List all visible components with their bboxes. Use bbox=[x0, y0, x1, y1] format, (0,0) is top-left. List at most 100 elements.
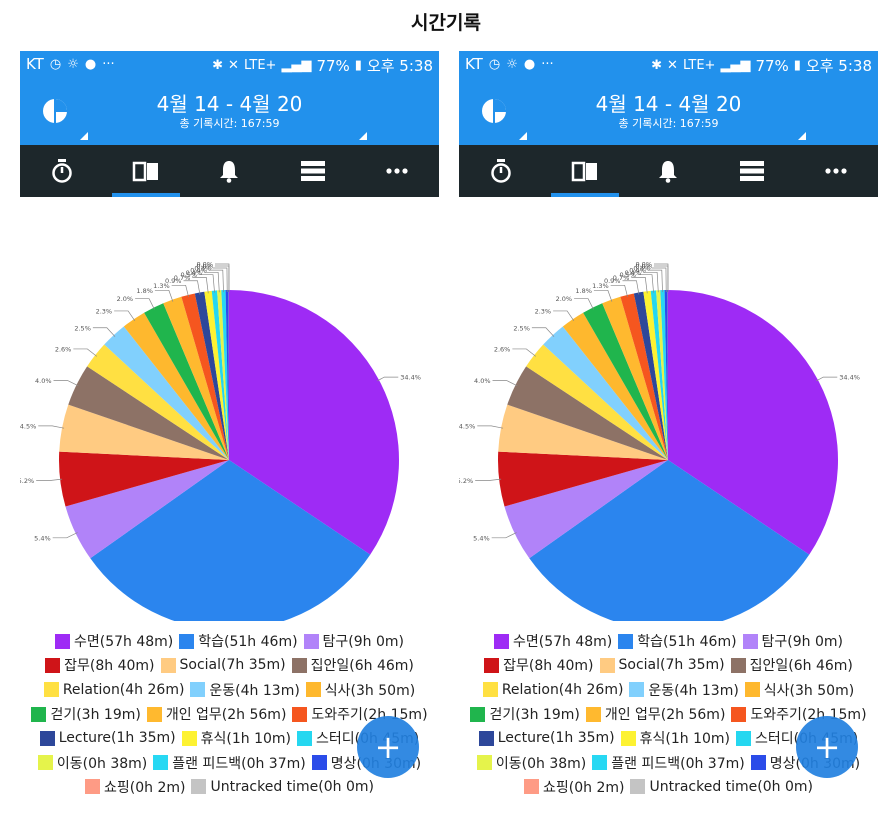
legend-label: 탐구(9h 0m) bbox=[761, 634, 844, 651]
tab-book[interactable] bbox=[543, 145, 627, 197]
slice-percent-label: 4.5% bbox=[459, 422, 475, 430]
tab-list[interactable] bbox=[710, 145, 794, 197]
label-leader-line bbox=[475, 478, 502, 481]
tab-notifications[interactable] bbox=[188, 145, 272, 197]
legend-swatch bbox=[599, 657, 615, 673]
legend-item[interactable]: 플랜 피드백(0h 37m) bbox=[153, 753, 306, 773]
legend-swatch bbox=[736, 730, 752, 746]
legend-item[interactable]: 집안일(6h 46m) bbox=[730, 655, 853, 675]
legend-swatch bbox=[181, 730, 197, 746]
legend-item[interactable]: 집안일(6h 46m) bbox=[291, 655, 414, 675]
legend-label: 집안일(6h 46m) bbox=[749, 658, 853, 675]
status-bar: KT ◷ ☼ ● ··· ✱ ✕ LTE+ ▂▄▆ 77% ▮ 오후 5:38 bbox=[20, 51, 439, 78]
legend-item[interactable]: 이동(0h 38m) bbox=[476, 753, 586, 773]
legend-label: Social(7h 35m) bbox=[618, 657, 725, 674]
legend-item[interactable]: 개인 업무(2h 56m) bbox=[585, 704, 725, 724]
legend-item[interactable]: 수면(57h 48m) bbox=[493, 631, 612, 651]
legend-item[interactable]: 식사(3h 50m) bbox=[744, 680, 854, 700]
date-range[interactable]: 4월 14 - 4월 20 bbox=[20, 88, 439, 117]
add-record-button[interactable]: + bbox=[796, 716, 858, 778]
tab-more[interactable] bbox=[794, 145, 878, 197]
legend-swatch bbox=[146, 706, 162, 722]
legend-swatch bbox=[493, 633, 509, 649]
timer-icon bbox=[52, 159, 72, 183]
label-leader-line bbox=[553, 310, 575, 322]
legend-item[interactable]: 플랜 피드백(0h 37m) bbox=[592, 753, 745, 773]
legend-item[interactable]: 이동(0h 38m) bbox=[37, 753, 147, 773]
legend-item[interactable]: Lecture(1h 35m) bbox=[478, 730, 615, 746]
legend-item[interactable]: 개인 업무(2h 56m) bbox=[146, 704, 286, 724]
legend-item[interactable]: 탐구(9h 0m) bbox=[742, 631, 844, 651]
legend-swatch bbox=[153, 755, 169, 771]
legend-item[interactable]: 잡무(8h 40m) bbox=[484, 655, 594, 675]
label-leader-line bbox=[610, 284, 628, 298]
legend-swatch bbox=[190, 682, 206, 698]
legend-item[interactable]: 탐구(9h 0m) bbox=[303, 631, 404, 651]
legend-item[interactable]: Relation(4h 26m) bbox=[482, 681, 624, 698]
legend-row: 쇼핑(0h 2m) Untracked time(0h 0m) bbox=[459, 775, 878, 799]
legend-swatch bbox=[478, 730, 494, 746]
slice-percent-label: 5.2% bbox=[459, 477, 473, 485]
add-record-button[interactable]: + bbox=[357, 716, 419, 778]
dropdown-corner-icon bbox=[798, 132, 806, 140]
date-range[interactable]: 4월 14 - 4월 20 bbox=[459, 88, 878, 117]
legend-swatch bbox=[297, 730, 313, 746]
legend-swatch bbox=[43, 682, 59, 698]
legend-item[interactable]: Untracked time(0h 0m) bbox=[630, 779, 813, 795]
legend-item[interactable]: 수면(57h 48m) bbox=[54, 631, 173, 651]
bell-icon bbox=[659, 161, 678, 183]
label-leader-line bbox=[593, 289, 613, 302]
tab-timer[interactable] bbox=[459, 145, 543, 197]
tab-book[interactable] bbox=[104, 145, 188, 197]
legend-swatch bbox=[31, 706, 47, 722]
tab-list[interactable] bbox=[271, 145, 355, 197]
label-leader-line bbox=[192, 277, 209, 294]
legend-label: 잡무(8h 40m) bbox=[64, 658, 155, 675]
legend-item[interactable]: 휴식(1h 10m) bbox=[620, 728, 730, 748]
legend-item[interactable]: Social(7h 35m) bbox=[599, 657, 725, 674]
legend-item[interactable]: Relation(4h 26m) bbox=[43, 682, 184, 698]
legend-label: Relation(4h 26m) bbox=[501, 681, 624, 698]
legend-swatch bbox=[179, 633, 195, 649]
legend-item[interactable]: 걷기(3h 19m) bbox=[31, 704, 141, 724]
legend-item[interactable]: 운동(4h 13m) bbox=[629, 680, 739, 700]
slice-percent-label: 2.0% bbox=[556, 295, 573, 303]
pay-icon: ● bbox=[84, 56, 97, 72]
legend-item[interactable]: 쇼핑(0h 2m) bbox=[85, 777, 185, 797]
dropdown-corner-icon bbox=[80, 132, 88, 140]
legend-item[interactable]: 학습(51h 46m) bbox=[179, 631, 298, 651]
legend-item[interactable]: Untracked time(0h 0m) bbox=[191, 779, 374, 795]
legend-label: 쇼핑(0h 2m) bbox=[543, 779, 625, 796]
bell-icon bbox=[220, 161, 239, 183]
label-leader-line bbox=[491, 532, 517, 539]
tab-more[interactable] bbox=[355, 145, 439, 197]
tab-timer[interactable] bbox=[20, 145, 104, 197]
legend-item[interactable]: Social(7h 35m) bbox=[160, 657, 286, 673]
app-bar: 4월 14 - 4월 20 총 기록시간: 167:59 bbox=[459, 78, 878, 145]
legend-item[interactable]: 식사(3h 50m) bbox=[305, 680, 415, 700]
slice-percent-label: 4.5% bbox=[20, 422, 36, 430]
slice-percent-label: 2.5% bbox=[513, 324, 530, 332]
signal-icon: ▂▄▆ bbox=[720, 58, 751, 73]
legend-item[interactable]: 도와주기(2h 15m) bbox=[292, 704, 428, 724]
legend-item[interactable]: 학습(51h 46m) bbox=[618, 631, 737, 651]
legend-swatch bbox=[45, 657, 61, 673]
legend-item[interactable]: Lecture(1h 35m) bbox=[39, 730, 176, 746]
legend-swatch bbox=[291, 657, 307, 673]
slice-percent-label: 2.6% bbox=[55, 345, 72, 353]
legend-swatch bbox=[585, 706, 601, 722]
legend-item[interactable]: 도와주기(2h 15m) bbox=[731, 704, 867, 724]
label-leader-line bbox=[512, 348, 537, 357]
label-leader-line bbox=[477, 425, 504, 429]
bluetooth-icon: ✱ bbox=[651, 58, 663, 73]
tab-notifications[interactable] bbox=[627, 145, 711, 197]
legend-label: 운동(4h 13m) bbox=[648, 682, 739, 699]
legend-item[interactable]: 쇼핑(0h 2m) bbox=[524, 777, 624, 797]
legend-swatch bbox=[292, 706, 308, 722]
legend-label: 휴식(1h 10m) bbox=[200, 731, 292, 748]
legend-item[interactable]: 휴식(1h 10m) bbox=[181, 728, 292, 748]
legend-item[interactable]: 잡무(8h 40m) bbox=[45, 655, 155, 675]
book-icon bbox=[132, 161, 158, 182]
legend-item[interactable]: 운동(4h 13m) bbox=[190, 680, 300, 700]
legend-item[interactable]: 걷기(3h 19m) bbox=[470, 704, 580, 724]
